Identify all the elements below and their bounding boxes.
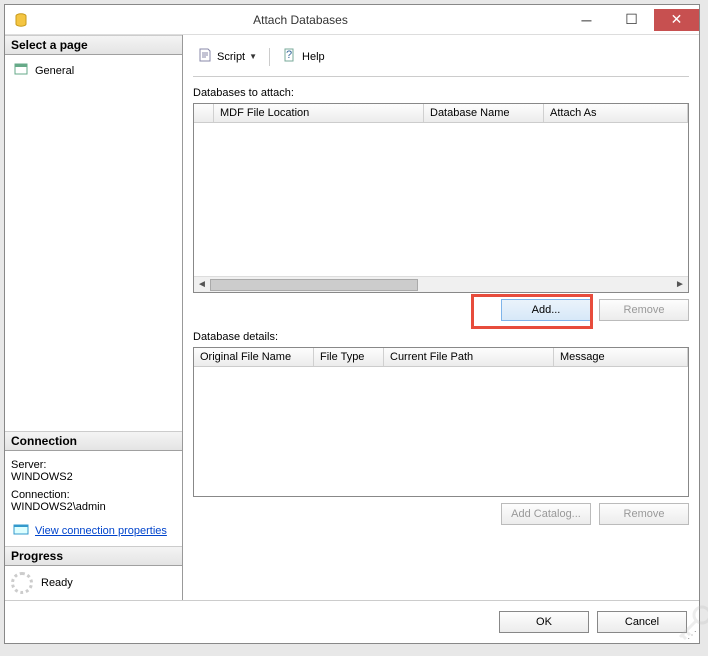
script-button[interactable]: Script ▼ — [193, 45, 261, 68]
horizontal-scrollbar[interactable]: ◄ ► — [194, 276, 688, 292]
col-original-file-name[interactable]: Original File Name — [194, 348, 314, 366]
server-value: WINDOWS2 — [11, 471, 176, 483]
help-icon: ? — [282, 47, 298, 66]
attach-grid[interactable]: MDF File Location Database Name Attach A… — [193, 103, 689, 293]
ok-button[interactable]: OK — [499, 611, 589, 633]
connection-properties-icon — [13, 521, 29, 540]
minimize-button[interactable]: ─ — [564, 9, 609, 31]
progress-header: Progress — [5, 546, 182, 566]
database-icon — [13, 12, 29, 28]
server-label: Server: — [11, 459, 176, 471]
window-title: Attach Databases — [37, 13, 564, 27]
connection-value: WINDOWS2\admin — [11, 501, 176, 513]
close-button[interactable]: ✕ — [654, 9, 699, 31]
main-panel: Script ▼ ? Help Databases to attach: MDF… — [183, 35, 699, 600]
col-mdf-location[interactable]: MDF File Location — [214, 104, 424, 122]
titlebar[interactable]: Attach Databases ─ ☐ ✕ — [5, 5, 699, 35]
col-database-name[interactable]: Database Name — [424, 104, 544, 122]
col-current-file-path[interactable]: Current File Path — [384, 348, 554, 366]
progress-status: Ready — [41, 577, 73, 589]
connection-header: Connection — [5, 431, 182, 451]
page-general[interactable]: General — [11, 59, 176, 82]
databases-to-attach-label: Databases to attach: — [193, 87, 689, 99]
add-catalog-button: Add Catalog... — [501, 503, 591, 525]
col-message[interactable]: Message — [554, 348, 688, 366]
remove-button: Remove — [599, 299, 689, 321]
dropdown-arrow-icon[interactable]: ▼ — [249, 52, 257, 61]
connection-label: Connection: — [11, 489, 176, 501]
script-icon — [197, 47, 213, 66]
toolbar: Script ▼ ? Help — [193, 43, 689, 77]
sidebar: Select a page General Connection Server:… — [5, 35, 183, 600]
progress-spinner-icon — [11, 572, 33, 594]
add-button[interactable]: Add... — [501, 299, 591, 321]
help-button[interactable]: ? Help — [278, 45, 329, 68]
database-details-label: Database details: — [193, 331, 689, 343]
dialog-footer: OK Cancel — [5, 600, 699, 643]
page-label: General — [35, 65, 74, 77]
key-watermark-icon — [674, 603, 708, 646]
attach-databases-dialog: Attach Databases ─ ☐ ✕ Select a page Gen… — [4, 4, 700, 644]
maximize-button[interactable]: ☐ — [609, 9, 654, 31]
view-connection-properties-link[interactable]: View connection properties — [35, 525, 167, 537]
select-page-header: Select a page — [5, 35, 182, 55]
svg-text:?: ? — [286, 49, 292, 61]
toolbar-separator — [269, 48, 270, 66]
col-attach-as[interactable]: Attach As — [544, 104, 688, 122]
col-file-type[interactable]: File Type — [314, 348, 384, 366]
details-grid[interactable]: Original File Name File Type Current Fil… — [193, 347, 689, 497]
remove-details-button: Remove — [599, 503, 689, 525]
page-icon — [13, 61, 29, 80]
